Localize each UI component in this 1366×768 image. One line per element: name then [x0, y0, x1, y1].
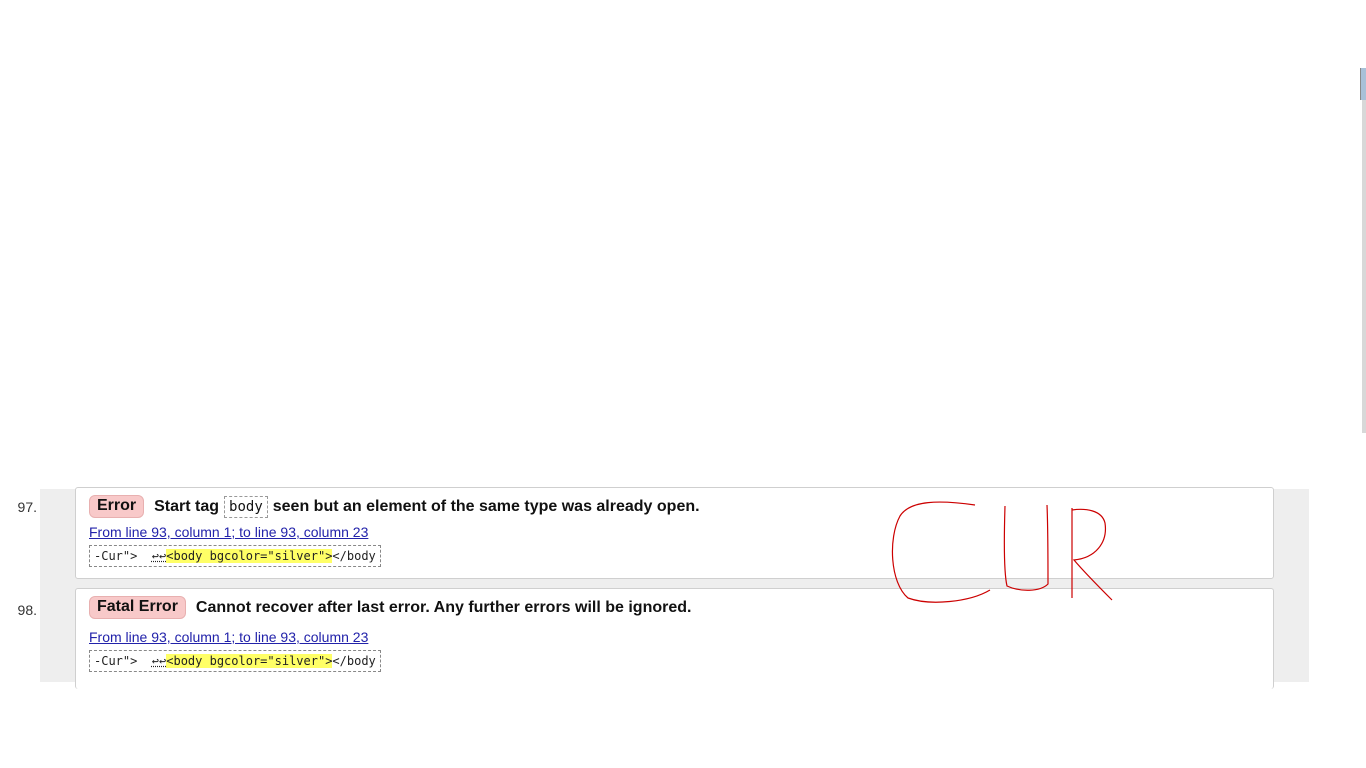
message-text: Cannot recover after last error. Any fur… [195, 598, 692, 616]
annotation-letter-r [1071, 508, 1113, 601]
message-headline: Fatal Error Cannot recover after last er… [89, 596, 691, 619]
message-number: 97. [17, 499, 37, 515]
line-feed-icon: ↩↩ [151, 549, 167, 563]
extract-highlight: <body bgcolor="silver"> [166, 549, 333, 563]
annotation-letter-c [891, 501, 991, 603]
extract-highlight: <body bgcolor="silver"> [166, 654, 333, 668]
fatal-error-badge: Fatal Error [89, 596, 186, 619]
extract-prefix: -Cur"> [94, 549, 152, 563]
tag-code: body [224, 495, 268, 518]
error-badge: Error [89, 495, 145, 518]
annotation-letter-u [1003, 504, 1049, 591]
source-extract: -Cur"> ↩↩<body bgcolor="silver"></body [89, 545, 381, 567]
scrollbar-thumb[interactable] [1360, 68, 1366, 100]
message-number: 98. [17, 602, 37, 618]
message-text-end: seen but an element of the same type was… [272, 497, 700, 515]
scrollbar[interactable] [1360, 68, 1366, 433]
extract-suffix: </body [332, 549, 376, 563]
page: 97. Error Start tag body seen but an ele… [0, 0, 1366, 768]
extract-suffix: </body [332, 654, 376, 668]
message-text-start: Start tag [154, 497, 220, 515]
message-headline: Error Start tag body seen but an element… [89, 495, 700, 518]
line-feed-icon: ↩↩ [151, 654, 167, 668]
location-link[interactable]: From line 93, column 1; to line 93, colu… [89, 629, 368, 645]
handwritten-annotation-cur [891, 501, 1113, 603]
source-extract: -Cur"> ↩↩<body bgcolor="silver"></body [89, 650, 381, 672]
location-link[interactable]: From line 93, column 1; to line 93, colu… [89, 524, 368, 540]
extract-prefix: -Cur"> [94, 654, 152, 668]
